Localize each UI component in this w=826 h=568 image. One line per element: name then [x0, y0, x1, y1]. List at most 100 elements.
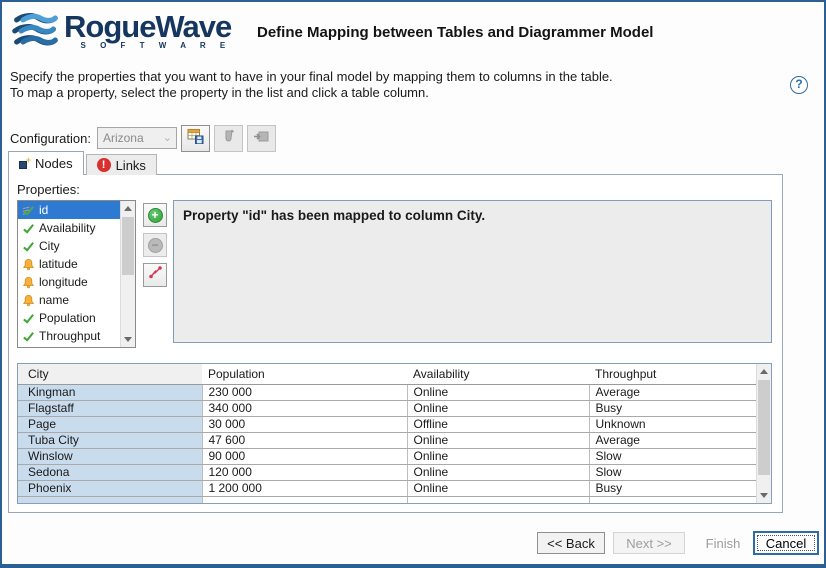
bell-icon — [21, 293, 35, 307]
cell-availability[interactable]: Online — [407, 480, 589, 496]
cell-availability[interactable]: Online — [407, 464, 589, 480]
plus-icon: + — [148, 208, 163, 223]
bell-icon — [21, 257, 35, 271]
cell-population[interactable]: 47 600 — [202, 432, 407, 448]
property-item-population[interactable]: Population — [18, 309, 120, 327]
delete-configuration-button[interactable] — [214, 125, 243, 152]
cell-throughput[interactable] — [589, 496, 756, 503]
add-property-button[interactable]: + — [143, 203, 167, 227]
instruction-line-1: Specify the properties that you want to … — [10, 69, 613, 85]
remove-property-button[interactable]: − — [143, 233, 167, 257]
status-message: Property "id" has been mapped to column … — [173, 200, 772, 343]
back-button[interactable]: << Back — [537, 532, 605, 554]
scroll-thumb[interactable] — [758, 380, 770, 475]
table-row: Tuba City 47 600 Online Average — [18, 432, 756, 448]
cell-city[interactable]: Page — [18, 416, 202, 432]
import-icon — [253, 128, 270, 149]
cell-city[interactable]: Tuba City — [18, 432, 202, 448]
unmap-property-button[interactable] — [143, 263, 167, 287]
property-item-longitude[interactable]: longitude — [18, 273, 120, 291]
cell-availability[interactable] — [407, 496, 589, 503]
cell-population[interactable]: 230 000 — [202, 384, 407, 400]
finish-button[interactable]: Finish — [695, 532, 751, 554]
cell-throughput[interactable]: Busy — [589, 480, 756, 496]
check-icon — [21, 311, 35, 325]
cell-availability[interactable]: Online — [407, 384, 589, 400]
cell-availability[interactable]: Online — [407, 448, 589, 464]
cell-availability[interactable]: Offline — [407, 416, 589, 432]
cell-city[interactable] — [18, 496, 202, 503]
cell-throughput[interactable]: Average — [589, 384, 756, 400]
tab-nodes[interactable]: + Nodes — [8, 151, 84, 175]
chevron-down-icon: ⌄ — [163, 131, 172, 144]
table-row-partial — [18, 496, 756, 503]
cell-throughput[interactable]: Busy — [589, 400, 756, 416]
cell-population[interactable] — [202, 496, 407, 503]
cancel-button[interactable]: Cancel — [754, 532, 818, 554]
cell-population[interactable]: 1 200 000 — [202, 480, 407, 496]
table-scrollbar[interactable] — [756, 364, 771, 503]
page-title: Define Mapping between Tables and Diagra… — [257, 24, 817, 41]
cell-city[interactable]: Flagstaff — [18, 400, 202, 416]
properties-label: Properties: — [17, 182, 80, 197]
properties-scrollbar[interactable] — [120, 201, 135, 347]
table-save-icon — [187, 128, 204, 149]
column-header-throughput[interactable]: Throughput — [589, 364, 756, 384]
cell-throughput[interactable]: Unknown — [589, 416, 756, 432]
help-icon[interactable]: ? — [790, 76, 808, 94]
cell-throughput[interactable]: Slow — [589, 464, 756, 480]
cell-population[interactable]: 30 000 — [202, 416, 407, 432]
minus-icon: − — [148, 238, 163, 253]
eraser-icon — [220, 128, 237, 149]
cell-population[interactable]: 90 000 — [202, 448, 407, 464]
roguewave-logo: RogueWave S O F T W A R E — [12, 10, 231, 57]
table-row: Sedona 120 000 Online Slow — [18, 464, 756, 480]
broken-link-icon — [148, 265, 163, 285]
next-button[interactable]: Next >> — [613, 532, 685, 554]
column-header-city[interactable]: City — [18, 364, 202, 384]
property-item-id[interactable]: id — [18, 201, 120, 219]
cell-throughput[interactable]: Average — [589, 432, 756, 448]
wave-lines-icon — [12, 10, 58, 57]
scroll-thumb[interactable] — [122, 217, 134, 275]
scroll-down-icon[interactable] — [121, 332, 135, 347]
add-configuration-button[interactable] — [247, 125, 276, 152]
instruction-line-2: To map a property, select the property i… — [10, 85, 613, 101]
property-item-availability[interactable]: Availability — [18, 219, 120, 237]
cell-city[interactable]: Winslow — [18, 448, 202, 464]
save-configuration-button[interactable] — [181, 125, 210, 152]
scroll-down-icon[interactable] — [757, 488, 771, 503]
cell-city[interactable]: Phoenix — [18, 480, 202, 496]
cell-city[interactable]: Sedona — [18, 464, 202, 480]
cell-throughput[interactable]: Slow — [589, 448, 756, 464]
property-item-city[interactable]: City — [18, 237, 120, 255]
property-item-throughput[interactable]: Throughput — [18, 327, 120, 345]
tab-links-label: Links — [116, 158, 146, 173]
properties-list: id Availability City — [17, 200, 136, 348]
cell-population[interactable]: 120 000 — [202, 464, 407, 480]
cell-availability[interactable]: Online — [407, 432, 589, 448]
cell-availability[interactable]: Online — [407, 400, 589, 416]
error-icon: ! — [97, 158, 111, 172]
scroll-up-icon[interactable] — [121, 201, 135, 216]
cell-city[interactable]: Kingman — [18, 384, 202, 400]
check-icon — [21, 239, 35, 253]
wizard-dialog: RogueWave S O F T W A R E Define Mapping… — [0, 0, 826, 568]
brand-name: RogueWave — [64, 10, 231, 44]
property-item-latitude[interactable]: latitude — [18, 255, 120, 273]
configuration-select[interactable]: Arizona ⌄ — [97, 127, 177, 149]
configuration-label: Configuration: — [10, 131, 91, 146]
table-row: Phoenix 1 200 000 Online Busy — [18, 480, 756, 496]
cell-population[interactable]: 340 000 — [202, 400, 407, 416]
column-header-availability[interactable]: Availability — [407, 364, 589, 384]
scroll-up-icon[interactable] — [757, 364, 771, 379]
tab-bar: + Nodes ! Links — [8, 151, 157, 175]
wizard-footer: << Back Next >> Finish Cancel — [2, 532, 824, 558]
configuration-value: Arizona — [103, 131, 144, 145]
check-mapped-icon — [21, 203, 35, 217]
column-header-population[interactable]: Population — [202, 364, 407, 384]
instructions: Specify the properties that you want to … — [10, 69, 613, 101]
property-item-name[interactable]: name — [18, 291, 120, 309]
tab-links[interactable]: ! Links — [86, 154, 157, 175]
bell-icon — [21, 275, 35, 289]
